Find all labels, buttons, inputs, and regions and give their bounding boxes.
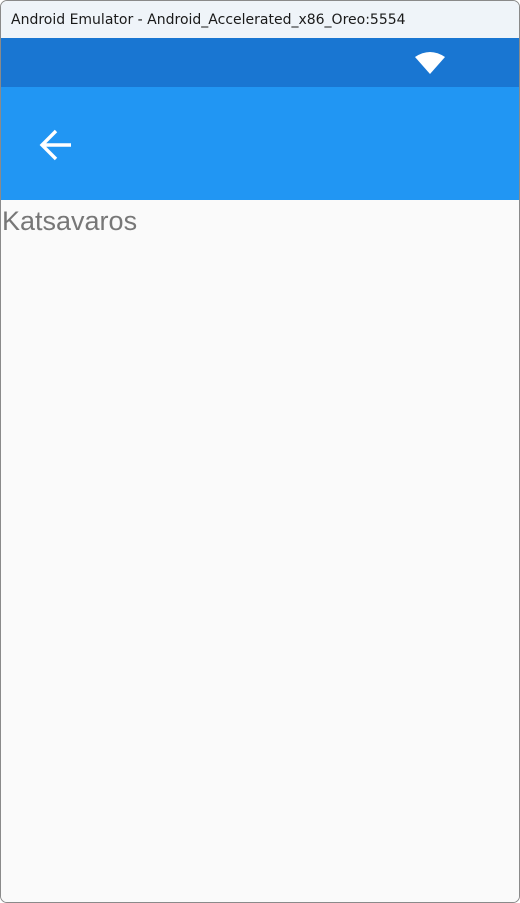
emulator-window: Android Emulator - Android_Accelerated_x… (0, 0, 520, 903)
page-content: Katsavaros (1, 200, 519, 902)
window-titlebar[interactable]: Android Emulator - Android_Accelerated_x… (1, 1, 519, 38)
wifi-icon (415, 52, 445, 74)
back-button[interactable] (28, 117, 84, 173)
app-bar (1, 87, 519, 200)
window-title: Android Emulator - Android_Accelerated_x… (11, 11, 406, 28)
android-status-bar (1, 38, 519, 87)
arrow-left-icon (39, 129, 71, 161)
content-label: Katsavaros (2, 206, 138, 236)
